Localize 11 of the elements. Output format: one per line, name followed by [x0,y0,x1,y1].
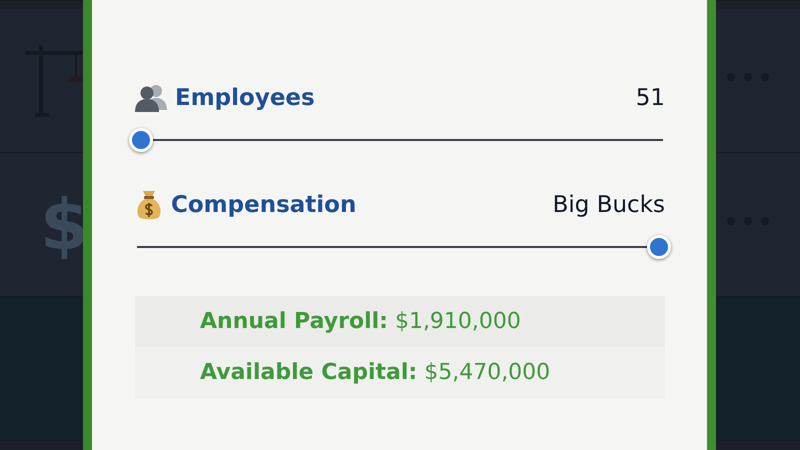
slider-thumb[interactable] [129,128,153,152]
people-icon [135,84,167,112]
setting-label: Employees [175,85,315,111]
setting-value: Big Bucks [552,192,665,218]
money-bag-icon [135,189,163,221]
slider-thumb[interactable] [647,235,671,259]
summary-text: Annual Payroll: $1,910,000 [200,309,521,334]
dollar-sign: $ [40,184,89,266]
setting-label: Compensation [171,192,356,218]
setting-value: 51 [636,85,665,111]
summary-text: Available Capital: $5,470,000 [200,360,550,385]
